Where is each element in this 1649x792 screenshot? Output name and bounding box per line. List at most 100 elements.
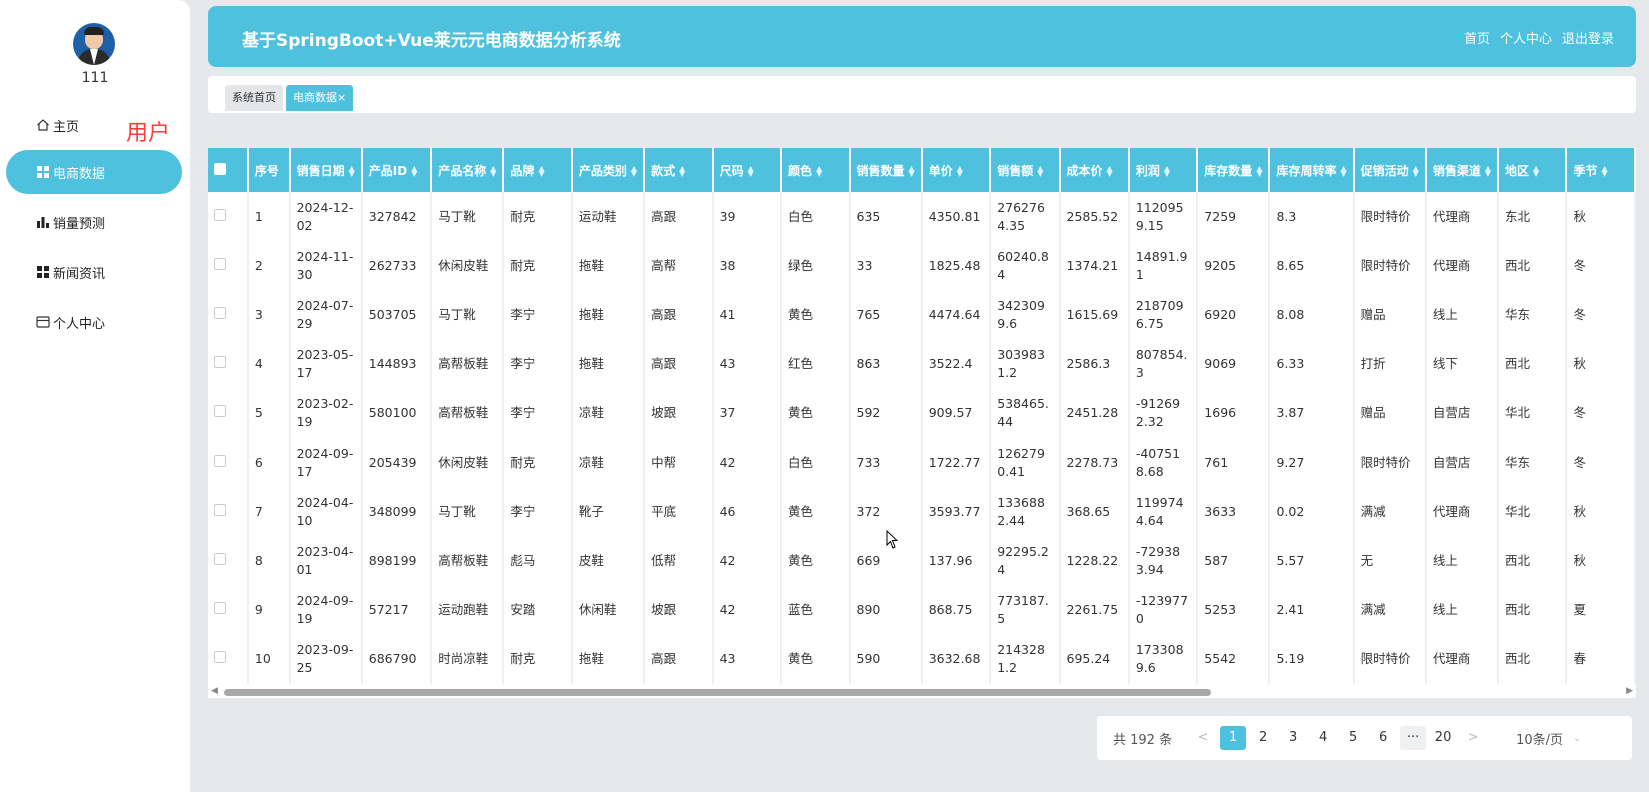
prev-page-button[interactable]: < bbox=[1190, 726, 1216, 750]
scroll-left-icon[interactable]: ◀ bbox=[211, 686, 218, 696]
table-row[interactable]: 7 2024-04-10 348099 马丁靴 李宁 靴子 平底 46 黄色 372 3593.77… bbox=[208, 487, 1636, 537]
page-button[interactable]: 1 bbox=[1220, 726, 1247, 750]
table-cell: 秋 bbox=[1567, 536, 1636, 586]
scrollbar-thumb[interactable] bbox=[224, 689, 1211, 696]
sort-icon[interactable]: ▲ ▼ bbox=[1340, 165, 1346, 178]
page-button[interactable]: 4 bbox=[1310, 726, 1336, 750]
row-checkbox[interactable] bbox=[214, 405, 226, 418]
horizontal-scrollbar[interactable]: ◀ ▶ bbox=[208, 686, 1636, 698]
table-row[interactable]: 3 2024-07-29 503705 马丁靴 李宁 拖鞋 高跟 41 黄色 765 4474.64… bbox=[208, 290, 1636, 340]
table-row[interactable]: 2 2024-11-30 262733 休闲皮鞋 耐克 拖鞋 高帮 38 绿色 33 1825.48… bbox=[208, 241, 1636, 291]
row-checkbox[interactable] bbox=[214, 306, 226, 319]
header-link-profile[interactable]: 个人中心 bbox=[1500, 28, 1552, 47]
sort-icon[interactable]: ▲ ▼ bbox=[909, 165, 915, 178]
sort-icon[interactable]: ▲ ▼ bbox=[1037, 165, 1043, 178]
sort-icon[interactable]: ▲ ▼ bbox=[1601, 165, 1607, 178]
sort-icon[interactable]: ▲ ▼ bbox=[1413, 165, 1419, 178]
column-header[interactable]: 销售额 ▲ ▼ bbox=[991, 148, 1061, 192]
more-pages-button[interactable]: ··· bbox=[1400, 726, 1427, 750]
column-header[interactable]: 销售渠道 ▲ ▼ bbox=[1426, 148, 1499, 192]
sort-icon[interactable]: ▲ ▼ bbox=[957, 165, 963, 178]
row-checkbox[interactable] bbox=[214, 257, 226, 270]
sort-icon[interactable]: ▲ ▼ bbox=[1533, 165, 1539, 178]
sort-icon[interactable]: ▲ ▼ bbox=[631, 165, 637, 178]
column-header[interactable]: 促销活动 ▲ ▼ bbox=[1354, 148, 1427, 192]
sort-icon[interactable]: ▲ ▼ bbox=[1256, 165, 1262, 178]
row-checkbox[interactable] bbox=[214, 208, 226, 221]
select-all-checkbox[interactable] bbox=[214, 162, 226, 175]
column-header[interactable]: 款式 ▲ ▼ bbox=[645, 148, 714, 192]
row-checkbox[interactable] bbox=[214, 454, 226, 467]
page-size-select[interactable]: 10条/页 ⌄ bbox=[1516, 729, 1581, 748]
row-checkbox-cell bbox=[208, 536, 249, 586]
column-header[interactable]: 单价 ▲ ▼ bbox=[922, 148, 992, 192]
column-header[interactable]: 产品类别 ▲ ▼ bbox=[572, 148, 646, 192]
table-row[interactable]: 9 2024-09-19 57217 运动跑鞋 安踏 休闲鞋 坡跟 42 蓝色 890 868.75… bbox=[208, 585, 1636, 635]
table-cell: 3633 bbox=[1198, 487, 1271, 537]
column-header[interactable]: 品牌 ▲ ▼ bbox=[504, 148, 573, 192]
column-header[interactable]: 地区 ▲ ▼ bbox=[1498, 148, 1568, 192]
table-row[interactable]: 4 2023-05-17 144893 高帮板鞋 李宁 拖鞋 高跟 43 红色 863 3522.4… bbox=[208, 339, 1636, 389]
sidebar-item-sales-forecast[interactable]: 销量预测 bbox=[6, 200, 182, 244]
column-header[interactable]: 库存数量 ▲ ▼ bbox=[1198, 148, 1271, 192]
table-row[interactable]: 5 2023-02-19 580100 高帮板鞋 李宁 凉鞋 坡跟 37 黄色 592 909.57… bbox=[208, 388, 1636, 438]
table-cell: 黄色 bbox=[782, 487, 851, 537]
sidebar-item-ecommerce-data[interactable]: 电商数据 bbox=[6, 150, 182, 194]
sidebar-item-profile[interactable]: 个人中心 bbox=[6, 300, 182, 344]
page-button[interactable]: 3 bbox=[1280, 726, 1306, 750]
sort-icon[interactable]: ▲ ▼ bbox=[349, 165, 355, 178]
sort-icon[interactable]: ▲ ▼ bbox=[1164, 165, 1170, 178]
column-header[interactable]: 产品ID ▲ ▼ bbox=[362, 148, 433, 192]
table-cell: 西北 bbox=[1499, 536, 1568, 586]
row-checkbox[interactable] bbox=[214, 356, 226, 369]
sort-icon[interactable]: ▲ ▼ bbox=[679, 165, 685, 178]
page-button[interactable]: 5 bbox=[1340, 726, 1366, 750]
sort-icon[interactable]: ▲ ▼ bbox=[538, 165, 544, 178]
table-cell: 代理商 bbox=[1427, 192, 1499, 242]
table-row[interactable]: 8 2023-04-01 898199 高帮板鞋 彪马 皮鞋 低帮 42 黄色 669 137.96… bbox=[208, 536, 1636, 586]
table-cell: 807854.3 bbox=[1130, 339, 1199, 389]
column-header[interactable]: 尺码 ▲ ▼ bbox=[713, 148, 783, 192]
row-checkbox[interactable] bbox=[214, 651, 226, 664]
column-header[interactable]: 产品名称 ▲ ▼ bbox=[432, 148, 505, 192]
scroll-right-icon[interactable]: ▶ bbox=[1626, 686, 1633, 696]
tab-ecommerce-data[interactable]: 电商数据× bbox=[286, 85, 354, 111]
next-page-button[interactable]: > bbox=[1460, 726, 1486, 750]
table-row[interactable]: 10 2023-09-25 686790 时尚凉鞋 耐克 拖鞋 高跟 43 黄色 590 3632.… bbox=[208, 634, 1636, 684]
user-avatar[interactable] bbox=[73, 23, 115, 65]
sort-icon[interactable]: ▲ ▼ bbox=[1107, 165, 1113, 178]
sort-icon[interactable]: ▲ ▼ bbox=[748, 165, 754, 178]
column-header[interactable]: 库存周转率 ▲ ▼ bbox=[1270, 148, 1355, 192]
table-row[interactable]: 6 2024-09-17 205439 休闲皮鞋 耐克 凉鞋 中帮 42 白色 733 1722.7… bbox=[208, 437, 1636, 488]
row-checkbox[interactable] bbox=[214, 552, 226, 565]
page-button[interactable]: 2 bbox=[1250, 726, 1276, 750]
column-header[interactable]: 销售日期 ▲ ▼ bbox=[290, 148, 363, 192]
grid-icon bbox=[37, 266, 49, 278]
table-cell: 37 bbox=[714, 388, 783, 438]
sort-icon[interactable]: ▲ ▼ bbox=[1485, 165, 1491, 178]
sidebar-item-news[interactable]: 新闻资讯 bbox=[6, 250, 182, 294]
table-cell: 46 bbox=[714, 487, 783, 537]
table-cell: 凉鞋 bbox=[573, 388, 646, 438]
sort-icon[interactable]: ▲ ▼ bbox=[816, 165, 822, 178]
table-cell: 高帮板鞋 bbox=[432, 536, 505, 586]
column-header[interactable]: 季节 ▲ ▼ bbox=[1567, 148, 1636, 192]
page-button[interactable]: 6 bbox=[1370, 726, 1396, 750]
sort-icon[interactable]: ▲ ▼ bbox=[411, 165, 417, 178]
table-cell: 绿色 bbox=[782, 241, 851, 291]
table-cell: 3593.77 bbox=[923, 487, 992, 537]
row-checkbox[interactable] bbox=[214, 503, 226, 516]
table-cell: 春 bbox=[1567, 634, 1636, 684]
row-checkbox[interactable] bbox=[214, 602, 226, 615]
header-link-logout[interactable]: 退出登录 bbox=[1562, 28, 1614, 47]
tab-system-home[interactable]: 系统首页 bbox=[225, 85, 283, 111]
column-header[interactable]: 成本价 ▲ ▼ bbox=[1060, 148, 1130, 192]
table-cell: 1722.77 bbox=[923, 437, 992, 488]
column-header[interactable]: 颜色 ▲ ▼ bbox=[782, 148, 851, 192]
header-link-home[interactable]: 首页 bbox=[1464, 28, 1490, 47]
table-row[interactable]: 1 2024-12-02 327842 马丁靴 耐克 运动鞋 高跟 39 白色 635 4350.8… bbox=[208, 192, 1636, 242]
column-header[interactable]: 利润 ▲ ▼ bbox=[1129, 148, 1199, 192]
sort-icon[interactable]: ▲ ▼ bbox=[490, 165, 496, 178]
column-header[interactable]: 销售数量 ▲ ▼ bbox=[850, 148, 923, 192]
last-page-button[interactable]: 20 bbox=[1430, 726, 1456, 750]
